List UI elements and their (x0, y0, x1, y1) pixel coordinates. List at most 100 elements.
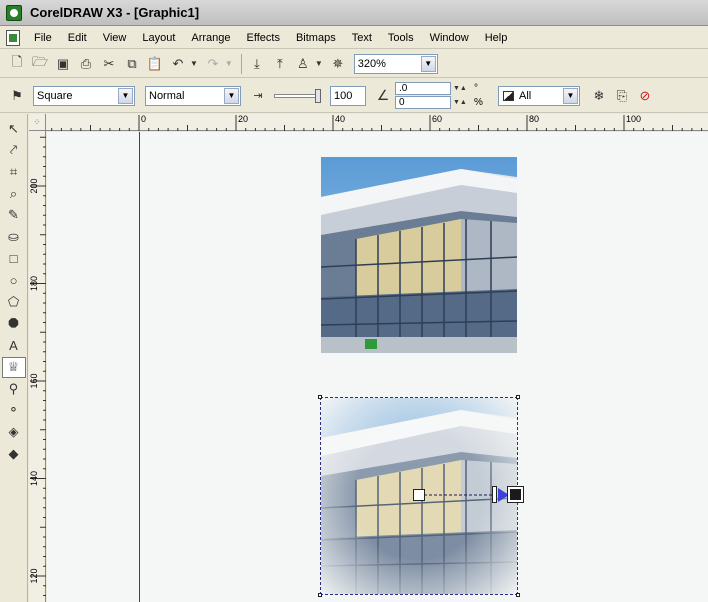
vertical-ruler-ticks: 200 180 160 140 120 (29, 136, 46, 596)
freeze-icon[interactable]: ❄ (588, 85, 610, 107)
angle-spinner-icon[interactable]: ▼▲ (453, 85, 471, 92)
chevron-down-icon[interactable]: ▼ (118, 87, 133, 104)
outline-tool-icon[interactable]: ⚬ (2, 400, 26, 421)
smart-fill-tool-icon[interactable]: ⛀ (2, 226, 26, 247)
selection-handle-top-left[interactable] (318, 395, 322, 399)
menu-tools[interactable]: Tools (380, 29, 422, 47)
menu-window[interactable]: Window (422, 29, 477, 47)
chevron-down-icon[interactable]: ▼ (563, 87, 578, 104)
menu-effects[interactable]: Effects (239, 29, 288, 47)
eyedropper-tool-icon[interactable]: ⚲ (2, 378, 26, 399)
menu-help[interactable]: Help (477, 29, 516, 47)
redo-dropdown-icon[interactable]: ▼ (225, 59, 233, 68)
edge-pad-unit: % (474, 97, 483, 108)
interactive-transparency-tool-icon[interactable]: ♕ (1, 356, 26, 378)
transparency-end-node[interactable] (507, 486, 524, 503)
clear-transparency-icon[interactable]: ⊘ (634, 85, 656, 107)
selection-handle-top-right[interactable] (516, 395, 520, 399)
undo-dropdown-icon[interactable]: ▼ (190, 59, 198, 68)
interactive-fill-tool-icon[interactable]: ◆ (2, 443, 26, 464)
target-value: All (519, 89, 532, 102)
vertical-ruler[interactable]: 200 180 160 140 120 (29, 131, 46, 602)
selection-handle-bottom-right[interactable] (516, 593, 520, 597)
document-icon[interactable] (6, 29, 20, 46)
ruler-label: 20 (238, 114, 248, 124)
fill-tool-icon[interactable]: ◈ (2, 422, 26, 443)
crop-tool-icon[interactable]: ⌗ (2, 161, 26, 182)
property-bar: ⚑ Square ▼ Normal ▼ ⇥ 100 ∠ .0 ▼▲ ° 0 ▼▲… (0, 79, 708, 113)
menu-arrange[interactable]: Arrange (183, 29, 238, 47)
shape-type-value: Square (37, 89, 73, 102)
undo-icon[interactable]: ↶ (167, 53, 189, 75)
basic-shapes-tool-icon[interactable]: ⯃ (2, 313, 26, 334)
cut-icon[interactable]: ✂ (98, 53, 120, 75)
menu-layout[interactable]: Layout (134, 29, 183, 47)
menu-view[interactable]: View (95, 29, 135, 47)
menu-file[interactable]: File (26, 29, 60, 47)
building-photo[interactable] (321, 157, 517, 353)
selection-handle-bottom-left[interactable] (318, 593, 322, 597)
save-icon[interactable]: ▣ (52, 53, 74, 75)
export-icon[interactable]: ⤒ (269, 53, 291, 75)
edge-pad-spinner-icon[interactable]: ▼▲ (453, 99, 471, 106)
open-icon[interactable]: 🗁 (29, 53, 51, 75)
chevron-down-icon[interactable]: ▼ (420, 55, 436, 72)
new-document-icon[interactable]: 🗋 (6, 53, 28, 75)
edge-pad-field[interactable]: 0 (395, 96, 451, 109)
merge-mode-select[interactable]: Normal ▼ (145, 85, 241, 106)
horizontal-ruler-ticks: 0 20 40 60 80 100 (51, 114, 703, 131)
ruler-origin-corner[interactable]: ⁘ (29, 114, 46, 131)
angle-edge-group: .0 ▼▲ ° 0 ▼▲ % (395, 82, 484, 110)
text-tool-icon[interactable]: A (2, 335, 26, 356)
shape-type-select[interactable]: Square ▼ (33, 85, 135, 106)
copy-transparency-icon[interactable]: ⎘ (611, 85, 633, 107)
ruler-label: 100 (626, 114, 641, 124)
zoom-tool-icon[interactable]: ⌕ (2, 183, 26, 204)
angle-row: .0 ▼▲ ° (395, 82, 484, 96)
menu-text[interactable]: Text (344, 29, 380, 47)
menu-edit[interactable]: Edit (60, 29, 95, 47)
transparency-midpoint-slider[interactable] (492, 486, 497, 503)
title-bar: CorelDRAW X3 - [Graphic1] (0, 0, 708, 26)
welcome-screen-icon[interactable]: ✵ (327, 53, 349, 75)
angle-field[interactable]: .0 (395, 82, 451, 95)
rectangle-tool-icon[interactable]: □ (2, 248, 26, 269)
merge-mode-value: Normal (149, 89, 185, 102)
angle-icon: ∠ (376, 87, 390, 103)
ellipse-tool-icon[interactable]: ○ (2, 270, 26, 291)
coreldraw-logo-icon (6, 4, 22, 21)
transparency-start-node[interactable] (413, 489, 425, 501)
freehand-tool-icon[interactable]: ✎ (2, 205, 26, 226)
ruler-label: 60 (432, 114, 442, 124)
polygon-tool-icon[interactable]: ⬠ (2, 292, 26, 313)
copy-icon[interactable]: ⧉ (121, 53, 143, 75)
drawing-canvas[interactable] (47, 132, 708, 602)
zoom-level-select[interactable]: 320% ▼ (353, 53, 438, 74)
page-border-line (139, 132, 140, 602)
import-icon[interactable]: ⤓ (246, 53, 268, 75)
ruler-label: 180 (29, 276, 39, 291)
menu-bitmaps[interactable]: Bitmaps (288, 29, 344, 47)
ruler-label: 120 (29, 568, 39, 583)
angle-unit: ° (474, 83, 478, 94)
ruler-label: 80 (529, 114, 539, 124)
shape-tool-icon[interactable]: ⤤ (2, 140, 26, 161)
standard-toolbar: 🗋 🗁 ▣ ⎙ ✂ ⧉ 📋 ↶ ▼ ↷ ▼ ⤓ ⤒ ♙ ▼ ✵ 320% ▼ (0, 50, 708, 78)
launcher-dropdown-icon[interactable]: ▼ (315, 59, 323, 68)
print-icon[interactable]: ⎙ (75, 53, 97, 75)
horizontal-ruler[interactable]: 0 20 40 60 80 100 (29, 114, 708, 131)
zoom-level-value: 320% (357, 57, 386, 70)
window-title: CorelDRAW X3 - [Graphic1] (30, 5, 200, 20)
ruler-label: 200 (29, 178, 39, 193)
redo-icon[interactable]: ↷ (202, 53, 224, 75)
chevron-down-icon[interactable]: ▼ (224, 87, 239, 104)
ruler-label: 40 (335, 114, 345, 124)
feather-slider[interactable] (274, 88, 321, 103)
transparency-target-select[interactable]: All ▼ (498, 85, 580, 106)
feather-value-field[interactable]: 100 (330, 85, 366, 106)
transparency-tool-icon: ⚑ (11, 87, 23, 103)
application-launcher-icon[interactable]: ♙ (292, 53, 314, 75)
pick-tool-icon[interactable]: ↖ (2, 118, 26, 139)
paste-icon[interactable]: 📋 (144, 53, 166, 75)
feather-slider-thumb[interactable] (315, 88, 321, 103)
